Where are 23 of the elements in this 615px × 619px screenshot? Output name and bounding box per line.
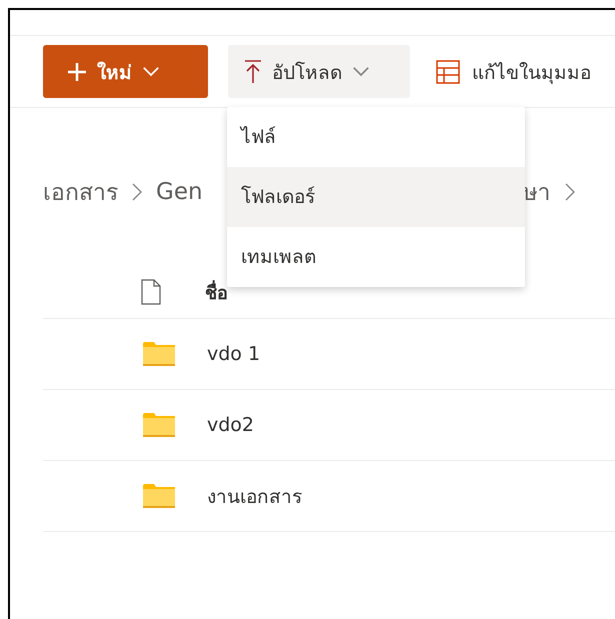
plus-icon <box>67 62 87 82</box>
chevron-right-icon <box>132 183 142 201</box>
chevron-right-icon <box>564 183 575 201</box>
new-button[interactable]: ใหม่ <box>43 45 208 98</box>
menu-item[interactable]: โฟลเดอร์ <box>227 167 525 227</box>
breadcrumb-item[interactable]: Gen <box>156 179 203 205</box>
file-icon <box>141 279 161 305</box>
file-name[interactable]: vdo2 <box>207 414 254 436</box>
menu-item[interactable]: ไฟล์ <box>227 107 525 167</box>
file-name[interactable]: งานเอกสาร <box>207 481 302 511</box>
grid-icon <box>436 60 460 84</box>
upload-arrow-icon <box>244 60 262 84</box>
folder-icon <box>143 484 175 508</box>
edit-grid-button[interactable]: แก้ไขในมุมมอ <box>430 45 591 98</box>
breadcrumb-item[interactable]: เอกสาร <box>43 174 118 210</box>
chevron-down-icon <box>352 66 370 77</box>
column-header[interactable]: ชื่อ <box>205 278 228 306</box>
folder-icon <box>143 413 175 437</box>
file-name[interactable]: vdo 1 <box>207 343 260 365</box>
chevron-down-icon <box>142 66 160 77</box>
menu-item[interactable]: เทมเพลต <box>227 227 525 287</box>
upload-button[interactable]: อัปโหลด <box>228 45 410 98</box>
folder-icon <box>143 342 175 366</box>
